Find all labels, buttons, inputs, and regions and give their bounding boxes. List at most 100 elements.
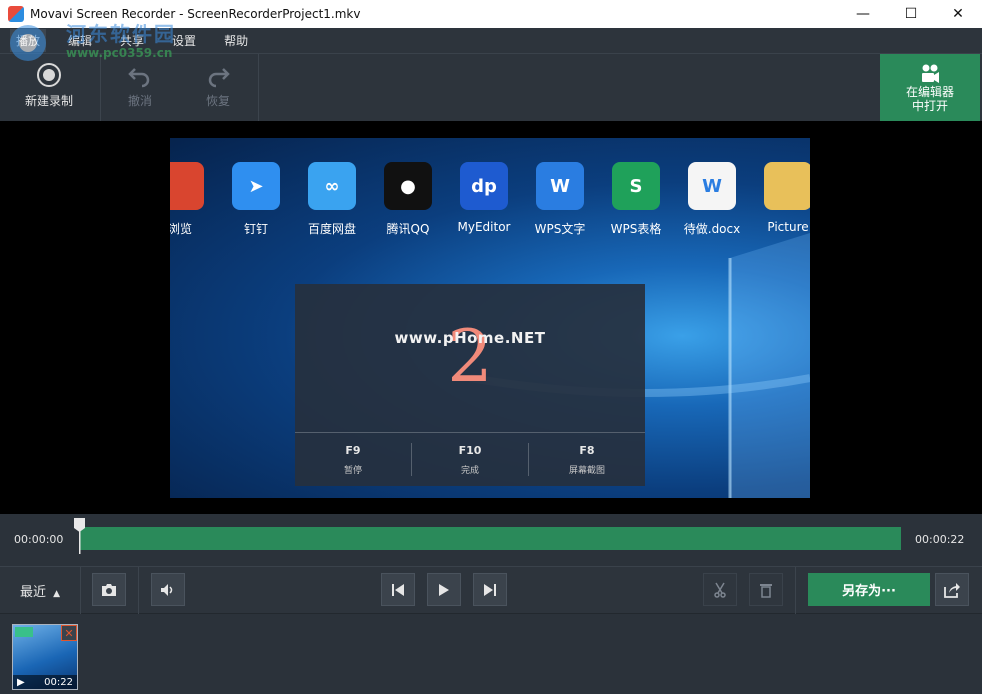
recent-label: 最近	[20, 585, 47, 600]
timeline-track[interactable]	[80, 527, 901, 550]
cut-button[interactable]	[703, 573, 737, 606]
hotkey-desc: 屏幕截图	[568, 465, 605, 476]
hotkey-key: F8	[579, 443, 595, 457]
share-button[interactable]	[935, 573, 969, 606]
playhead-handle[interactable]	[74, 518, 85, 554]
snapshot-button[interactable]	[92, 573, 126, 606]
thumbnail-bar: ▶ 00:22	[13, 675, 77, 689]
recording-thumbnail[interactable]: ✕ ▶ 00:22	[12, 624, 78, 690]
desktop-icon-label: 百度网盘	[307, 222, 356, 236]
open-in-editor-button[interactable]: 在编辑器 中打开	[880, 54, 980, 122]
site-logo-icon	[10, 25, 46, 61]
open-editor-line1: 在编辑器	[905, 85, 954, 99]
current-time: 00:00:00	[14, 533, 64, 546]
volume-button[interactable]	[151, 573, 185, 606]
toolbar-divider	[258, 54, 259, 122]
open-editor-line2: 中打开	[911, 99, 948, 113]
desktop-icon: ∞ 百度网盘	[297, 162, 367, 242]
next-button[interactable]	[473, 573, 507, 606]
redo-button[interactable]: 恢复	[173, 58, 263, 120]
desktop-icon: W 待做.docx	[677, 162, 747, 242]
desktop-icon: ● 腾讯QQ	[373, 162, 443, 242]
desktop-icon-label: WPS表格	[610, 222, 662, 236]
hotkey-desc: 暂停	[343, 465, 362, 476]
desktop-icon-label: MyEditor	[457, 220, 511, 234]
desktop-icon: Picture	[753, 162, 810, 242]
site-watermark-url: www.pc0359.cn	[66, 46, 173, 60]
undo-label: 撤消	[127, 94, 152, 108]
close-button[interactable]: ✕	[935, 0, 981, 28]
delete-button[interactable]	[749, 573, 783, 606]
controls-divider	[795, 567, 796, 615]
recent-recordings: ✕ ▶ 00:22	[0, 614, 982, 694]
play-icon	[439, 583, 449, 596]
hotkey-pause: F9 暂停	[295, 443, 412, 476]
menu-help[interactable]: 帮助	[224, 32, 248, 49]
minimize-button[interactable]: —	[840, 0, 886, 28]
thumbnail-duration: 00:22	[44, 676, 73, 688]
speaker-icon	[161, 583, 173, 596]
trash-icon	[760, 583, 772, 598]
desktop-icon-label: 钉钉	[243, 222, 268, 236]
play-button[interactable]	[427, 573, 461, 606]
new-record-button[interactable]: 新建录制	[4, 58, 94, 120]
camera-icon	[102, 583, 116, 596]
caret-up-icon: ▲	[53, 589, 61, 599]
undo-icon	[127, 58, 153, 92]
desktop-icon: 浏览	[170, 162, 215, 242]
site-watermark-name: 河东软件园	[66, 22, 176, 46]
desktop-icon-image	[170, 162, 204, 210]
desktop-icon-image: ∞	[308, 162, 356, 210]
new-record-label: 新建录制	[24, 94, 73, 108]
desktop-icon-label: 浏览	[170, 222, 192, 236]
playback-controls: 最近 ▲ 另存为···	[0, 566, 982, 615]
scissors-icon	[714, 582, 726, 598]
toolbar: 新建录制 撤消 恢复 在编辑器 中打开	[0, 53, 982, 122]
timeline: 00:00:00 00:00:22	[0, 514, 982, 566]
maximize-button[interactable]: ☐	[888, 0, 934, 28]
save-as-button[interactable]: 另存为···	[808, 573, 930, 606]
hotkey-screenshot: F8 屏幕截图	[529, 443, 645, 476]
hotkey-key: F10	[458, 443, 482, 457]
hotkey-key: F9	[345, 443, 361, 457]
desktop-icon-image: dp	[460, 162, 508, 210]
video-preview[interactable]: 浏览 ➤ 钉钉 ∞ 百度网盘 ● 腾讯QQ dp MyEditor W WPS文字 S WPS表格 W 待做…	[0, 121, 982, 514]
desktop-icon-image: W	[536, 162, 584, 210]
desktop-icon-label: WPS文字	[534, 222, 586, 236]
skip-back-icon	[392, 583, 404, 596]
share-icon	[944, 582, 960, 598]
redo-icon	[205, 58, 231, 92]
undo-button[interactable]: 撤消	[95, 58, 185, 120]
controls-divider	[80, 567, 81, 615]
desktop-icon: ➤ 钉钉	[221, 162, 291, 242]
desktop-icon-image: ●	[384, 162, 432, 210]
desktop-icon-image: ➤	[232, 162, 280, 210]
countdown-number: 2	[447, 314, 493, 398]
desktop-icon-label: 待做.docx	[683, 222, 741, 236]
hotkey-desc: 完成	[460, 465, 479, 476]
film-camera-icon	[922, 64, 939, 83]
previous-button[interactable]	[381, 573, 415, 606]
remove-thumbnail-icon[interactable]: ✕	[61, 625, 77, 641]
desktop-icon: S WPS表格	[601, 162, 671, 242]
redo-label: 恢复	[205, 94, 230, 108]
captured-desktop: 浏览 ➤ 钉钉 ∞ 百度网盘 ● 腾讯QQ dp MyEditor W WPS文字 S WPS表格 W 待做…	[170, 138, 810, 498]
hotkey-hints: F9 暂停 F10 完成 F8 屏幕截图	[295, 432, 645, 486]
thumbnail-preview-icon	[15, 627, 33, 637]
desktop-icon: W WPS文字	[525, 162, 595, 242]
desktop-icon-image: W	[688, 162, 736, 210]
total-time: 00:00:22	[915, 533, 965, 546]
thumbnail-play-icon: ▶	[17, 676, 25, 688]
desktop-icon-image: S	[612, 162, 660, 210]
controls-divider	[138, 567, 139, 615]
countdown-watermark: www.pHome.NET	[394, 329, 546, 347]
skip-forward-icon	[484, 583, 496, 596]
desktop-icon-label: Picture	[767, 220, 809, 234]
desktop-icon: dp MyEditor	[449, 162, 519, 242]
app-icon	[8, 6, 24, 22]
recent-dropdown[interactable]: 最近 ▲	[20, 581, 60, 600]
countdown-overlay: 2 www.pHome.NET F9 暂停 F10 完成 F8 屏幕截图	[295, 284, 645, 486]
hotkey-finish: F10 完成	[412, 443, 529, 476]
desktop-icon-label: 腾讯QQ	[386, 222, 430, 236]
desktop-icon-image	[764, 162, 810, 210]
